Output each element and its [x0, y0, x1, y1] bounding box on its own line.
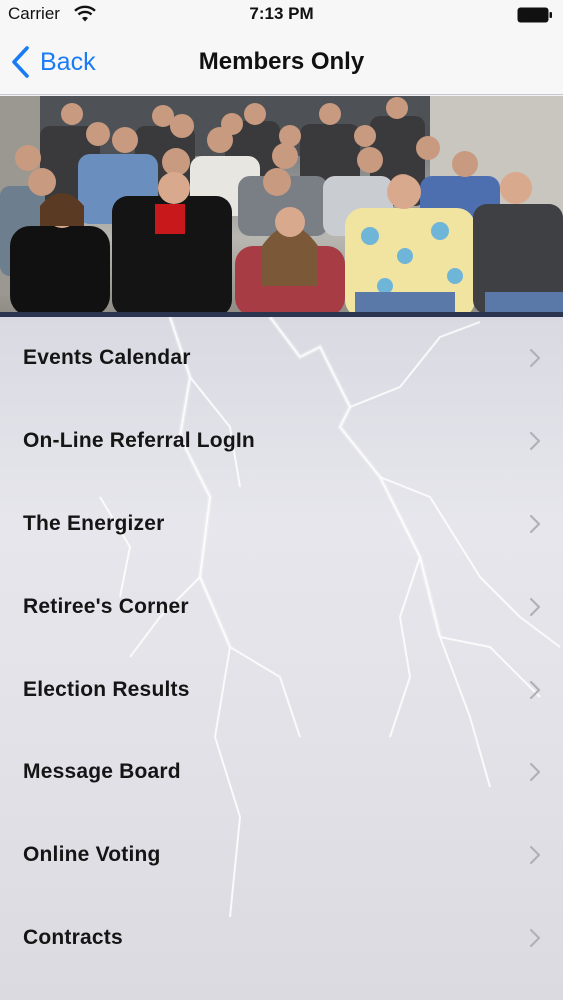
menu-container: Events Calendar On-Line Referral LogIn T…: [0, 317, 563, 1000]
page-title: Members Only: [198, 48, 365, 75]
menu-item-message-board[interactable]: Message Board: [0, 731, 563, 814]
menu-item-label: Election Results: [23, 677, 190, 701]
menu-list: Events Calendar On-Line Referral LogIn T…: [0, 317, 563, 979]
status-bar: Carrier 7:13 PM: [0, 0, 563, 30]
group-photo: [0, 96, 563, 314]
menu-item-label: Message Board: [23, 760, 181, 784]
navigation-bar: Back Members Only: [0, 30, 563, 95]
menu-item-label: The Energizer: [23, 511, 165, 535]
menu-item-retirees-corner[interactable]: Retiree's Corner: [0, 565, 563, 648]
menu-item-the-energizer[interactable]: The Energizer: [0, 483, 563, 566]
menu-item-contracts[interactable]: Contracts: [0, 897, 563, 980]
status-time: 7:13 PM: [249, 4, 314, 23]
chevron-right-icon: [529, 432, 541, 451]
chevron-right-icon: [529, 349, 541, 368]
menu-item-online-voting[interactable]: Online Voting: [0, 814, 563, 897]
chevron-right-icon: [529, 597, 541, 616]
chevron-right-icon: [529, 514, 541, 534]
menu-item-label: On-Line Referral LogIn: [23, 429, 255, 453]
menu-item-election-results[interactable]: Election Results: [0, 648, 563, 731]
chevron-right-icon: [529, 846, 541, 865]
menu-item-label: Events Calendar: [23, 346, 191, 370]
menu-item-label: Retiree's Corner: [23, 594, 189, 618]
menu-item-label: Contracts: [23, 925, 123, 949]
menu-item-label: Online Voting: [23, 843, 161, 867]
menu-item-online-referral-login[interactable]: On-Line Referral LogIn: [0, 400, 563, 483]
chevron-right-icon: [529, 763, 541, 782]
chevron-right-icon: [529, 680, 541, 699]
chevron-right-icon: [529, 928, 541, 948]
menu-item-events-calendar[interactable]: Events Calendar: [0, 317, 563, 400]
battery-icon: [517, 7, 552, 23]
